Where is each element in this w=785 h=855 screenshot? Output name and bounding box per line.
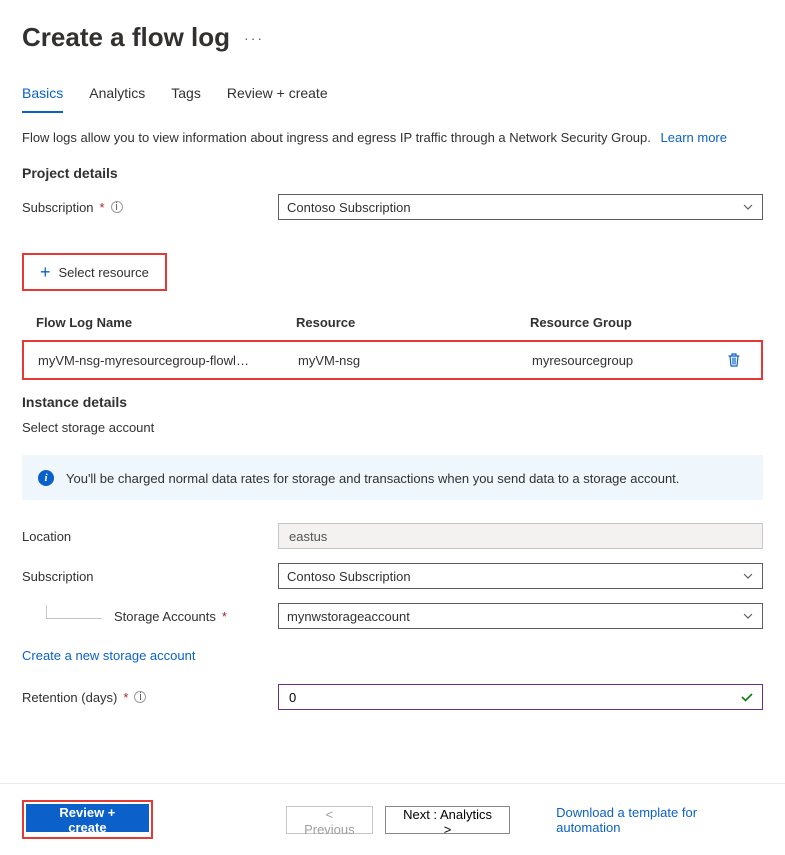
banner-text: You'll be charged normal data rates for … — [66, 471, 679, 486]
subscription2-value: Contoso Subscription — [287, 569, 411, 584]
instance-details-heading: Instance details — [22, 394, 763, 410]
tab-tags[interactable]: Tags — [171, 85, 201, 113]
tabs: Basics Analytics Tags Review + create — [22, 85, 763, 114]
chevron-down-icon — [742, 570, 754, 582]
footer: Review + create < Previous Next : Analyt… — [0, 783, 785, 855]
select-resource-button[interactable]: + Select resource — [26, 257, 163, 287]
tab-basics[interactable]: Basics — [22, 85, 63, 113]
location-value — [287, 524, 736, 548]
learn-more-link[interactable]: Learn more — [661, 130, 727, 145]
tree-connector — [46, 605, 102, 619]
chevron-down-icon — [742, 201, 754, 213]
tab-review-create[interactable]: Review + create — [227, 85, 328, 113]
plus-icon: + — [40, 263, 51, 281]
review-create-button[interactable]: Review + create — [26, 804, 149, 832]
info-icon[interactable]: i — [134, 691, 146, 703]
location-input — [278, 523, 763, 549]
project-details-heading: Project details — [22, 165, 763, 181]
info-banner: i You'll be charged normal data rates fo… — [22, 455, 763, 500]
more-actions-icon[interactable]: ··· — [244, 30, 264, 46]
intro-body: Flow logs allow you to view information … — [22, 130, 651, 145]
subscription2-select[interactable]: Contoso Subscription — [278, 563, 763, 589]
check-icon — [740, 690, 754, 704]
cell-resource-group: myresourcegroup — [532, 353, 727, 368]
info-icon[interactable]: i — [111, 201, 123, 213]
retention-value[interactable] — [287, 685, 736, 709]
intro-text: Flow logs allow you to view information … — [22, 130, 763, 145]
cell-resource: myVM-nsg — [298, 353, 532, 368]
location-label: Location — [22, 529, 71, 544]
storage-account-select[interactable]: mynwstorageaccount — [278, 603, 763, 629]
table-row: myVM-nsg-myresourcegroup-flowl… myVM-nsg… — [22, 340, 763, 380]
select-storage-subheading: Select storage account — [22, 420, 763, 435]
retention-input[interactable] — [278, 684, 763, 710]
storage-account-value: mynwstorageaccount — [287, 609, 410, 624]
col-resource: Resource — [296, 315, 530, 330]
page-title: Create a flow log — [22, 22, 230, 53]
info-badge-icon: i — [38, 470, 54, 486]
next-button[interactable]: Next : Analytics > — [385, 806, 510, 834]
col-flow-log-name: Flow Log Name — [36, 315, 296, 330]
col-resource-group: Resource Group — [530, 315, 733, 330]
subscription-select[interactable]: Contoso Subscription — [278, 194, 763, 220]
required-marker: * — [123, 690, 128, 705]
subscription-label: Subscription — [22, 200, 94, 215]
required-marker: * — [222, 609, 227, 624]
select-resource-label: Select resource — [59, 265, 149, 280]
chevron-down-icon — [742, 610, 754, 622]
storage-accounts-label: Storage Accounts — [114, 609, 216, 624]
download-template-link[interactable]: Download a template for automation — [556, 805, 763, 835]
cell-flow-log-name: myVM-nsg-myresourcegroup-flowl… — [38, 353, 298, 368]
delete-row-button[interactable] — [727, 352, 757, 368]
required-marker: * — [100, 200, 105, 215]
resource-table: Flow Log Name Resource Resource Group my… — [22, 309, 763, 380]
create-storage-link[interactable]: Create a new storage account — [22, 648, 195, 663]
subscription-value: Contoso Subscription — [287, 200, 411, 215]
subscription2-label: Subscription — [22, 569, 94, 584]
retention-label: Retention (days) — [22, 690, 117, 705]
previous-button: < Previous — [286, 806, 373, 834]
tab-analytics[interactable]: Analytics — [89, 85, 145, 113]
